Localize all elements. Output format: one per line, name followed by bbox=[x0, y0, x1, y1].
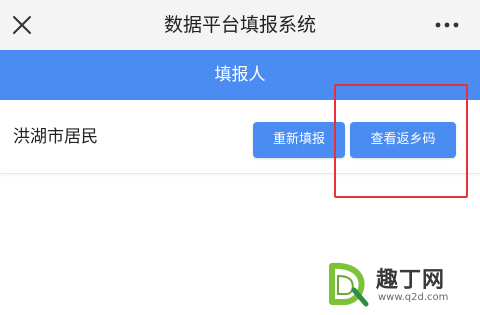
section-header: 填报人 bbox=[0, 50, 480, 100]
watermark-name: 趣丁网 bbox=[376, 267, 446, 293]
watermark-logo-icon bbox=[326, 260, 372, 308]
page-title: 数据平台填报系统 bbox=[163, 14, 316, 36]
title-bar: 数据平台填报系统 bbox=[0, 0, 480, 50]
resident-row: 洪湖市居民 重新填报 查看返乡码 bbox=[0, 100, 480, 174]
watermark: 趣丁网 www.q2d.com bbox=[326, 260, 476, 310]
resident-label: 洪湖市居民 bbox=[13, 127, 98, 147]
view-return-code-button[interactable]: 查看返乡码 bbox=[350, 122, 456, 158]
watermark-url: www.q2d.com bbox=[378, 292, 449, 303]
refill-button[interactable]: 重新填报 bbox=[253, 122, 345, 158]
more-options-icon[interactable] bbox=[432, 14, 462, 36]
